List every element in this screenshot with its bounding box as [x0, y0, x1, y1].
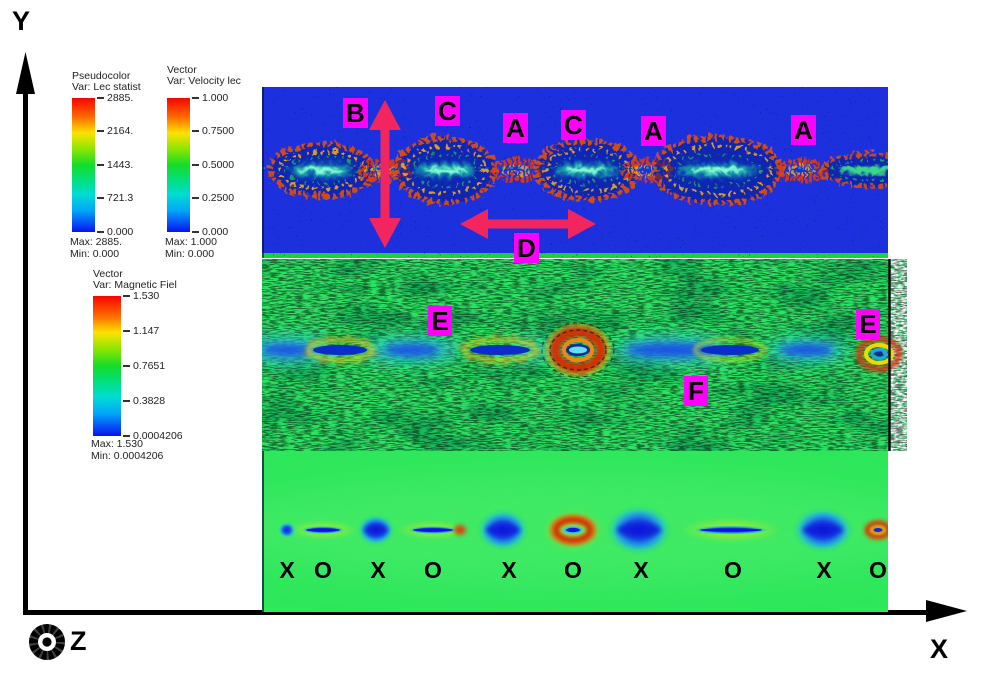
- y-axis-arrowhead-icon: [16, 52, 35, 94]
- colorbar-tick: 1.000: [192, 92, 228, 104]
- annotation-A3: A: [791, 115, 816, 145]
- annotation-A1: A: [503, 113, 528, 143]
- z-axis-label: Z: [70, 626, 87, 656]
- annotation-A2: A: [641, 116, 666, 146]
- o-point-label: O: [724, 557, 742, 583]
- panel-magnetic-field-vectors: [262, 259, 907, 451]
- o-point-label: O: [564, 557, 582, 583]
- legend-min: Min: 0.000: [70, 248, 120, 260]
- o-point-label: O: [869, 557, 887, 583]
- x-point-label: X: [279, 557, 295, 583]
- y-axis-line: [23, 90, 28, 615]
- red-ring-island: [543, 511, 603, 549]
- x-point-label: X: [501, 557, 517, 583]
- annotation-C2: C: [561, 110, 586, 140]
- panel-flux-contour: [262, 451, 888, 612]
- colorbar-tick: 0.5000: [192, 159, 234, 171]
- annotation-D: D: [514, 233, 539, 263]
- legend-max: Max: 1.000: [165, 236, 217, 248]
- legend-min: Min: 0.0004206: [91, 450, 164, 462]
- o-point-label: O: [314, 557, 332, 583]
- colorbar-tick: 1.147: [123, 325, 159, 337]
- colorbar-tick: 0.7651: [123, 360, 165, 372]
- o-point-label: O: [424, 557, 442, 583]
- colorbar-tick: 0.7500: [192, 125, 234, 137]
- colorbar-tick: 0.2500: [192, 192, 234, 204]
- x-axis-arrowhead-icon: [926, 600, 967, 622]
- annotation-E2: E: [856, 309, 880, 339]
- colorbar-tick: 2885.: [97, 92, 133, 104]
- legend-min: Min: 0.000: [165, 248, 215, 260]
- colorbar-tick: 0.3828: [123, 395, 165, 407]
- colorbar-tick: 1.530: [123, 290, 159, 302]
- z-out-of-plane-icon: [29, 624, 65, 660]
- legend-max: Max: 2885.: [70, 236, 122, 248]
- colorbar: [93, 296, 121, 436]
- x-point-label: X: [633, 557, 649, 583]
- colorbar-tick: 1443.: [97, 159, 133, 171]
- colorbar: [72, 98, 95, 232]
- annotation-E1: E: [428, 306, 452, 336]
- x-point-label: X: [816, 557, 832, 583]
- colorbar-tick: 2164.: [97, 125, 133, 137]
- x-point-label: X: [370, 557, 386, 583]
- colorbar-tick: 721.3: [97, 192, 133, 204]
- annotation-C1: C: [435, 96, 460, 126]
- legend-subtitle: Var: Velocity lec: [167, 75, 241, 87]
- legend-max: Max: 1.530: [91, 438, 143, 450]
- annotation-B: B: [343, 98, 368, 128]
- vertical-extent-arrow-icon: [369, 100, 401, 248]
- annotation-F: F: [684, 376, 708, 406]
- edge-vortex: [856, 336, 902, 372]
- colorbar: [167, 98, 190, 232]
- x-axis-label: X: [930, 634, 949, 664]
- y-axis-label: Y: [12, 6, 31, 36]
